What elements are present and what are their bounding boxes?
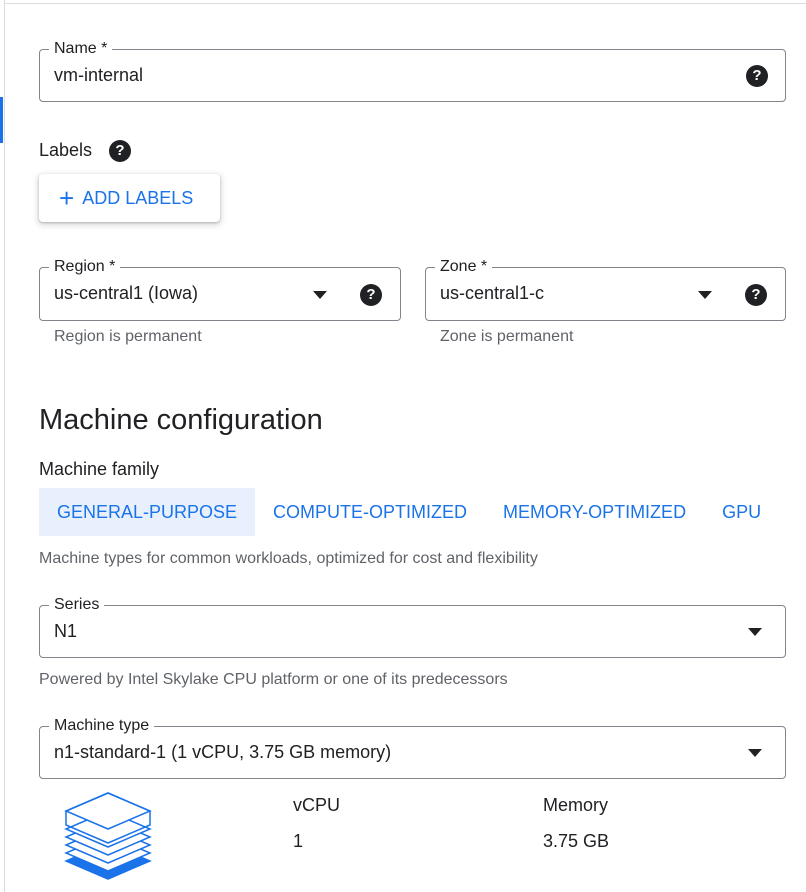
add-labels-button-label: ADD LABELS [82,187,194,208]
chevron-down-icon [748,749,762,757]
machine-type-select-label: Machine type [49,716,155,736]
region-hint: Region is permanent [54,328,202,345]
labels-heading: Labels [39,140,92,161]
region-select[interactable]: Region * us-central1 (Iowa) ? [39,257,401,321]
name-field-label: Name * [49,39,113,59]
memory-label: Memory [543,795,609,815]
labels-help-icon[interactable]: ? [109,140,131,162]
vcpu-label: vCPU [293,795,341,815]
zone-select[interactable]: Zone * us-central1-c ? [425,257,786,321]
machine-configuration-title: Machine configuration [39,404,323,436]
chevron-down-icon [698,291,712,299]
chevron-down-icon [748,628,762,636]
region-select-value: us-central1 (Iowa) [54,283,199,303]
scroll-position-indicator [0,97,3,143]
machine-type-select-value: n1-standard-1 (1 vCPU, 3.75 GB memory) [54,742,392,762]
page-left-border [4,0,5,892]
memory-value: 3.75 GB [543,831,610,851]
tab-general-purpose[interactable]: GENERAL-PURPOSE [39,488,256,536]
machine-layers-icon [64,792,152,880]
page-top-border [4,3,806,4]
vcpu-value: 1 [293,831,304,851]
tab-memory-optimized[interactable]: MEMORY-OPTIMIZED [485,488,704,536]
tab-compute-optimized[interactable]: COMPUTE-OPTIMIZED [255,488,485,536]
machine-family-tabs: GENERAL-PURPOSE COMPUTE-OPTIMIZED MEMORY… [39,488,779,536]
series-select[interactable]: Series N1 [39,595,786,658]
machine-type-select[interactable]: Machine type n1-standard-1 (1 vCPU, 3.75… [39,716,786,779]
series-select-value: N1 [54,621,78,641]
series-hint: Powered by Intel Skylake CPU platform or… [39,671,508,688]
name-help-icon[interactable]: ? [746,65,768,87]
add-labels-button[interactable]: + ADD LABELS [39,174,220,222]
series-select-label: Series [49,595,105,615]
name-field[interactable]: Name * vm-internal ? [39,39,786,102]
machine-family-label: Machine family [39,459,160,479]
name-field-value[interactable]: vm-internal [54,63,143,87]
plus-icon: + [59,183,75,213]
zone-select-label: Zone * [435,257,493,277]
region-select-label: Region * [49,257,121,277]
labels-heading-text: Labels [39,140,93,160]
machine-family-description: Machine types for common workloads, opti… [39,550,538,567]
zone-help-icon[interactable]: ? [745,284,767,306]
tab-gpu[interactable]: GPU [704,488,779,536]
region-help-icon[interactable]: ? [360,284,382,306]
chevron-down-icon [313,291,327,299]
zone-select-value: us-central1-c [440,283,545,303]
zone-hint: Zone is permanent [440,328,574,345]
